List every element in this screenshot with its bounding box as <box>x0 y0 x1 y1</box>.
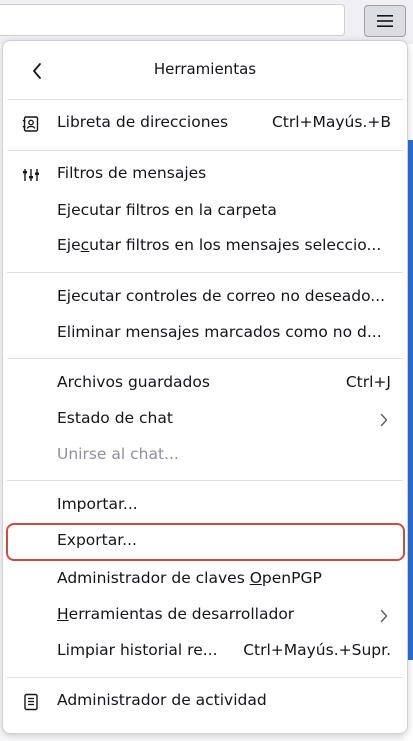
chevron-right-icon <box>377 411 391 429</box>
menu-item-label: Exportar... <box>57 531 137 549</box>
menu-item-label: Filtros de mensajes <box>57 164 207 182</box>
address-book-icon <box>21 114 41 134</box>
menu-item-message-filters[interactable]: Filtros de mensajes <box>11 158 401 192</box>
shortcut-label: Ctrl+Mayús.+Supr. <box>243 641 391 659</box>
menu-item-label: Administrador de actividad <box>57 691 267 709</box>
menu-item-run-junk-controls[interactable]: Ejecutar controles de correo no deseado.… <box>11 281 401 315</box>
menu-item-export[interactable]: Exportar... <box>6 523 405 561</box>
shortcut-label: Ctrl+Mayús.+B <box>271 113 391 131</box>
app-menu-button[interactable] <box>364 5 406 37</box>
search-field[interactable] <box>0 4 345 36</box>
hamburger-icon <box>377 15 393 27</box>
activity-manager-icon <box>21 692 41 712</box>
menu-item-address-book[interactable]: Libreta de direcciones Ctrl+Mayús.+B <box>11 107 401 141</box>
separator <box>7 99 403 100</box>
menu-item-label: Ejecutar filtros en la carpeta <box>57 201 277 219</box>
panel-title: Herramientas <box>153 60 257 78</box>
filters-icon <box>21 165 41 185</box>
menu-item-label: Limpiar historial re... <box>57 641 218 659</box>
separator <box>7 677 403 678</box>
menu-item-label: Eliminar mensajes marcados como no d... <box>57 323 382 341</box>
chevron-right-icon <box>377 607 391 625</box>
menu-item-chat-status[interactable]: Estado de chat <box>11 403 401 437</box>
shortcut-label: Ctrl+J <box>345 373 391 391</box>
tools-menu-panel: Herramientas Libreta de direcciones Ctrl… <box>2 40 408 734</box>
menu-item-run-filters-folder[interactable]: Ejecutar filtros en la carpeta <box>11 195 401 229</box>
separator <box>7 272 403 273</box>
menu-item-join-chat: Unirse al chat... <box>11 439 401 473</box>
menu-item-label: Importar... <box>57 495 138 513</box>
separator <box>7 150 403 151</box>
menu-item-run-filters-selected[interactable]: Ejecutar filtros en los mensajes selecci… <box>11 230 401 264</box>
menu-item-label: Ejecutar controles de correo no deseado.… <box>57 287 386 305</box>
menu-item-developer-tools[interactable]: Herramientas de desarrollador <box>11 599 401 633</box>
panel-header: Herramientas <box>3 41 407 99</box>
menu-item-openpgp-key-manager[interactable]: Administrador de claves OpenPGP <box>11 563 401 597</box>
menu-item-import[interactable]: Importar... <box>11 489 401 523</box>
separator <box>7 358 403 359</box>
menu-item-activity-manager[interactable]: Administrador de actividad <box>11 685 401 719</box>
menu-item-clear-history[interactable]: Limpiar historial re... Ctrl+Mayús.+Supr… <box>11 635 401 669</box>
menu-item-label: Estado de chat <box>57 409 173 427</box>
separator <box>7 480 403 481</box>
menu-item-label: Administrador de claves OpenPGP <box>57 569 322 587</box>
menu-item-label: Unirse al chat... <box>57 445 179 463</box>
menu-item-label: Ejecutar filtros en los mensajes selecci… <box>57 236 382 254</box>
menu-item-label: Archivos guardados <box>57 373 210 391</box>
menu-item-label: Herramientas de desarrollador <box>57 605 295 623</box>
menu-item-label: Libreta de direcciones <box>57 113 229 131</box>
menu-item-saved-files[interactable]: Archivos guardados Ctrl+J <box>11 367 401 401</box>
menu-item-delete-junk[interactable]: Eliminar mensajes marcados como no d... <box>11 317 401 351</box>
